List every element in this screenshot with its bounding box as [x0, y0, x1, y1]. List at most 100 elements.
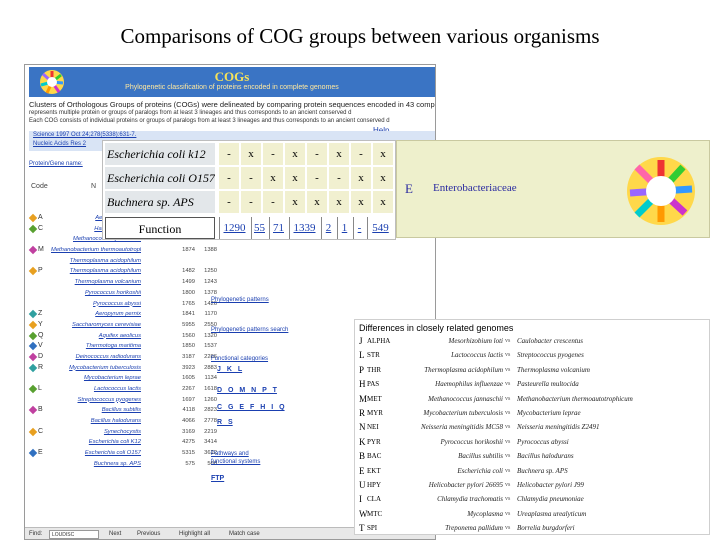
difference-row[interactable]: N NEI Neisseria meningitidis MC58 vs Neisser…: [355, 420, 709, 436]
difference-row[interactable]: R MYR Mycobacterium tuberculosis vs Mycobact…: [355, 406, 709, 422]
organism-list: AAeropyrum pernixCHalobacterium sp.Metha…: [28, 213, 219, 470]
difference-row[interactable]: T SPI Treponema pallidum vs Borrelia burgdor…: [355, 521, 709, 534]
difference-row[interactable]: W MTC Mycoplasma vs Ureaplasma urealyticum: [355, 507, 709, 523]
difference-organism-1: Mesorhizobium loti: [448, 337, 503, 345]
find-next-button[interactable]: Next: [109, 531, 121, 537]
pattern-cell: x: [307, 191, 327, 213]
pattern-cell: -: [263, 191, 283, 213]
function-count-link[interactable]: 1339: [289, 217, 319, 239]
functional-systems-link[interactable]: functional systems: [211, 459, 260, 465]
functional-categories-link[interactable]: Functional categories: [211, 356, 268, 362]
function-count-link[interactable]: -: [353, 217, 365, 239]
organism-row: C Synechocystis 3169 2219: [28, 427, 219, 438]
phylo-patterns-link[interactable]: Phylogenetic patterns: [211, 297, 269, 303]
organism-name-link[interactable]: Bacillus subtilis: [51, 405, 141, 416]
protein-count: 575: [185, 460, 195, 467]
function-count-link[interactable]: 2: [321, 217, 335, 239]
enterobacteriaceae-panel: E Enterobacteriaceae: [396, 140, 710, 238]
difference-row[interactable]: J ALPHA Mesorhizobium loti vs Caulobacter cr…: [355, 334, 709, 350]
organism-name-link[interactable]: Pyrococcus horikoshii: [51, 288, 141, 299]
organism-row: Z Aeropyrum pernix 1841 1170: [28, 309, 219, 320]
versus-label: vs: [505, 467, 511, 474]
pattern-cell: -: [219, 143, 239, 165]
pattern-cell: x: [351, 191, 371, 213]
function-count-link[interactable]: 55: [251, 217, 267, 239]
organism-code: D: [38, 352, 44, 360]
entero-name: Enterobacteriaceae: [433, 182, 517, 194]
organism-name-link[interactable]: Synechocystis: [51, 427, 141, 438]
versus-label: vs: [505, 381, 511, 388]
difference-organism-1: Haemophilus influenzae: [435, 380, 503, 389]
fcat-row-2[interactable]: D O M N P T: [217, 387, 277, 394]
difference-row[interactable]: K PYR Pyrococcus horikoshii vs Pyrococcus ab…: [355, 435, 709, 451]
organism-row: Thermoplasma acidophilum: [29, 256, 219, 267]
organism-name-link[interactable]: Escherichia coli O157: [51, 448, 141, 459]
organism-name-link[interactable]: Pyrococcus abyssi: [51, 299, 141, 310]
difference-row[interactable]: L STR Lactococcus lactis vs Streptococcus py…: [355, 348, 709, 364]
highlight-all-checkbox[interactable]: Highlight all: [179, 531, 210, 537]
difference-row[interactable]: U HPY Helicobacter pylori 26695 vs Helicobac…: [355, 478, 709, 494]
difference-row[interactable]: H PAS Haemophilus influenzae vs Pasteurella …: [355, 377, 709, 393]
difference-code: E: [359, 465, 365, 476]
pattern-cell: x: [351, 167, 371, 189]
pathways-link[interactable]: Pathways and: [211, 451, 249, 457]
difference-organism-1: Thermoplasma acidophilum: [424, 365, 503, 374]
organism-row: Streptococcus pyogenes 1697 1260: [29, 395, 219, 406]
difference-row[interactable]: M MET Methanococcus jannaschii vs Methanobac…: [355, 392, 709, 408]
difference-code: I: [359, 494, 362, 505]
organism-name-link[interactable]: Streptococcus pyogenes: [51, 395, 141, 406]
pattern-row: Escherichia coli k12- x - x - x - x: [103, 142, 397, 166]
organism-name-link[interactable]: Thermoplasma acidophilum: [51, 256, 141, 267]
organism-marker-icon: [29, 417, 37, 425]
difference-code: J: [359, 336, 363, 346]
organism-name-link[interactable]: Lactococcus lactis: [51, 384, 141, 395]
find-input[interactable]: LOUDISC: [49, 530, 99, 539]
organism-code: C: [38, 224, 44, 232]
organism-name-link[interactable]: Saccharomyces cerevisiae: [51, 320, 141, 331]
difference-row[interactable]: E EKT Escherichia coli vs Buchnera sp. APS: [355, 464, 709, 480]
organism-name-link[interactable]: Methanobacterium thermoautotrophicum: [51, 245, 141, 256]
difference-abbrev: STR: [367, 351, 380, 360]
organism-row: E Escherichia coli O157 5315 3622: [28, 448, 219, 459]
phylo-search-link[interactable]: Phylogenetic patterns search: [211, 327, 288, 333]
function-count-link[interactable]: 1290: [219, 217, 249, 239]
difference-row[interactable]: I CLA Chlamydia trachomatis vs Chlamydia pne…: [355, 492, 709, 508]
reference-link-1[interactable]: Science 1997 Oct 24;278(5338):631-7.: [29, 131, 435, 140]
organism-marker-icon: [28, 448, 38, 458]
organism-code: R: [38, 363, 44, 371]
versus-label: vs: [505, 496, 511, 503]
organism-name-link[interactable]: Bacillus halodurans: [51, 416, 141, 427]
cog-banner-title: COGs: [214, 69, 250, 84]
organism-name-link[interactable]: Escherichia coli K12: [51, 437, 141, 448]
difference-organism-1: Escherichia coli: [457, 466, 503, 475]
organism-name-link[interactable]: Thermoplasma volcanium: [51, 277, 141, 288]
organism-marker-icon: [28, 213, 38, 223]
difference-abbrev: ALPHA: [367, 337, 391, 345]
organism-name-link[interactable]: Deinococcus radiodurans: [51, 352, 141, 363]
difference-row[interactable]: P THR Thermoplasma acidophilum vs Thermoplas…: [355, 363, 709, 379]
pattern-organism-name: Escherichia coli k12: [105, 143, 215, 165]
find-previous-button[interactable]: Previous: [137, 531, 160, 537]
organism-name-link[interactable]: Aquifex aeolicus: [51, 331, 141, 342]
function-count-link[interactable]: 549: [367, 217, 393, 239]
pattern-organism-name: Escherichia coli O157: [105, 167, 215, 189]
name-column-header: N: [91, 183, 97, 190]
organism-name-link[interactable]: Buchnera sp. APS: [51, 459, 141, 470]
organism-name-link[interactable]: Mycobacterium tuberculosis: [51, 363, 141, 374]
difference-row[interactable]: B BAC Bacillus subtilis vs Bacillus halodura…: [355, 449, 709, 465]
organism-name-link[interactable]: Thermoplasma acidophilum: [51, 266, 141, 277]
fcat-row-3[interactable]: C G E F H I Q: [217, 404, 285, 411]
organism-name-link[interactable]: Mycobacterium leprae: [51, 373, 141, 384]
difference-code: P: [359, 364, 365, 375]
match-case-checkbox[interactable]: Match case: [229, 531, 260, 537]
organism-name-link[interactable]: Thermotoga maritima: [51, 341, 141, 352]
fcat-row-1[interactable]: J K L: [217, 366, 242, 373]
ftp-link[interactable]: FTP: [211, 475, 224, 482]
function-count-link[interactable]: 71: [269, 217, 287, 239]
organism-name-link[interactable]: Aeropyrum pernix: [51, 309, 141, 320]
function-count-link[interactable]: 1: [337, 217, 351, 239]
difference-organism-2: Streptococcus pyogenes: [517, 351, 584, 360]
versus-label: vs: [505, 510, 511, 517]
protein-gene-label[interactable]: Protein/Gene name:: [29, 161, 83, 167]
fcat-row-4[interactable]: R S: [217, 419, 233, 426]
